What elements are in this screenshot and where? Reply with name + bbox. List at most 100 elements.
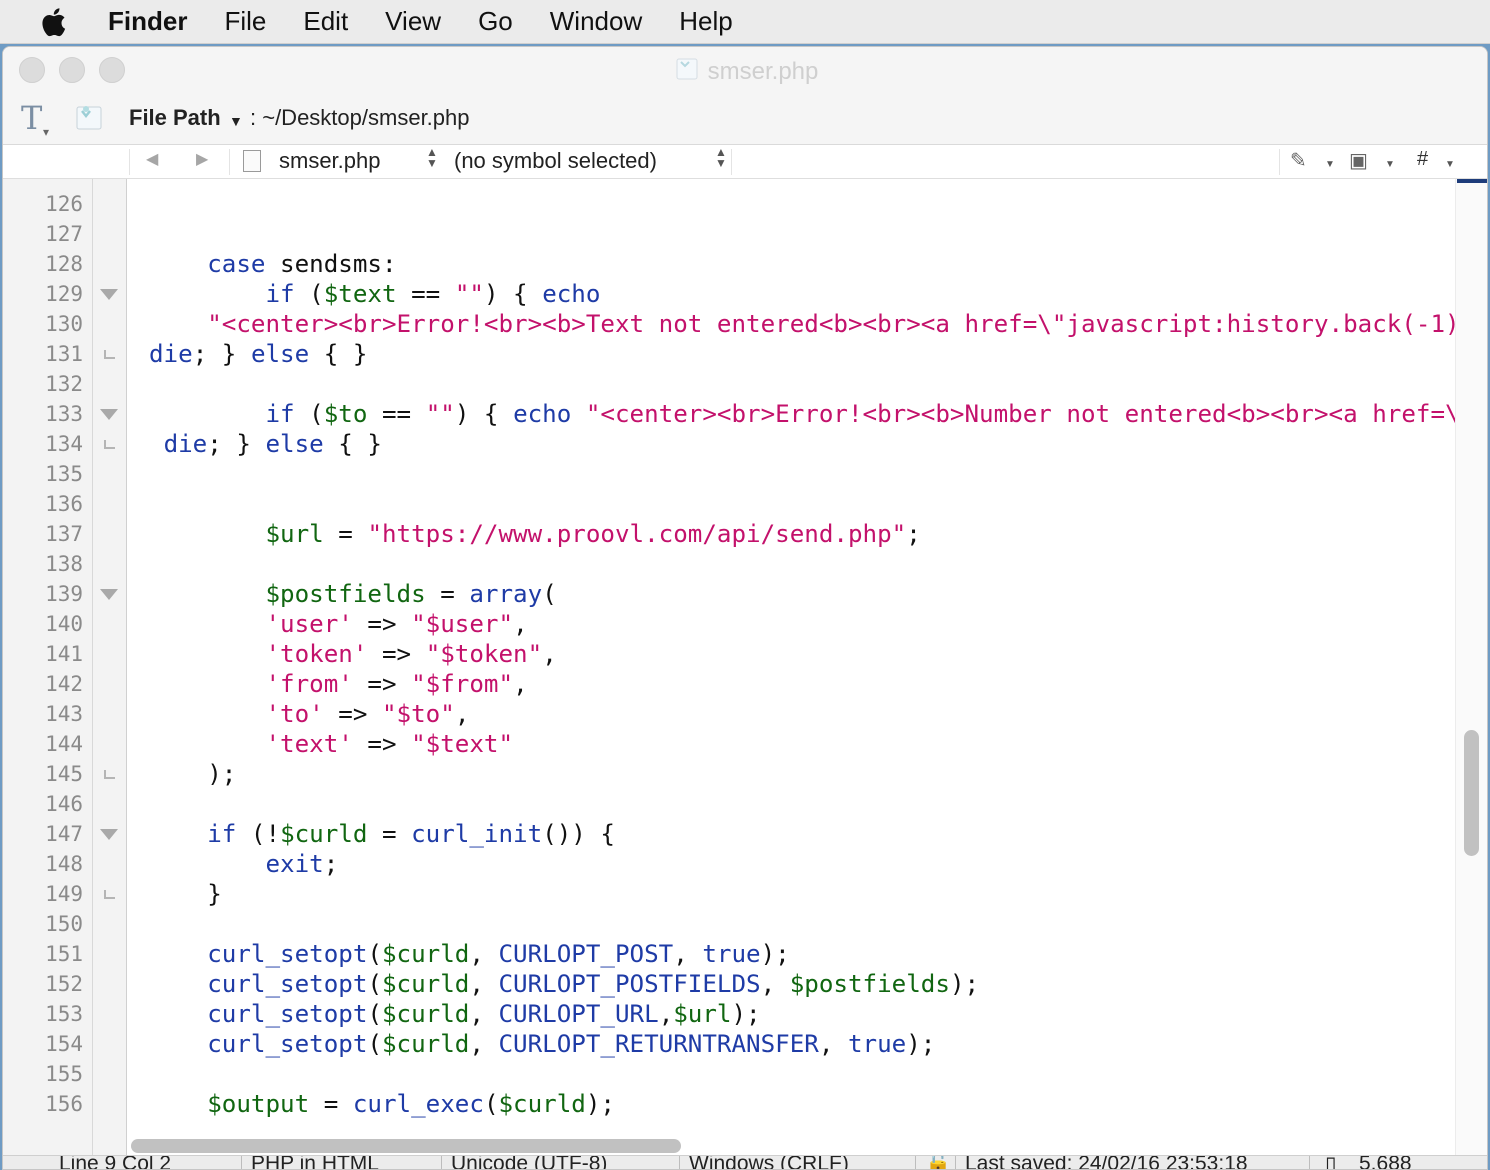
file-size: 5,688 xyxy=(1359,1155,1412,1170)
line-number: 130 xyxy=(45,312,83,336)
code-line[interactable]: curl_setopt($curld, CURLOPT_POSTFIELDS, … xyxy=(149,969,979,999)
chevron-down-icon[interactable]: ▼ xyxy=(1445,159,1455,170)
code-line[interactable]: die; } else { } xyxy=(149,429,382,459)
code-keyword: curl_setopt xyxy=(207,1030,368,1058)
lock-icon[interactable]: 🔓 xyxy=(925,1156,951,1169)
code-text: = xyxy=(367,820,412,848)
code-text: ); xyxy=(906,1030,936,1058)
line-number: 134 xyxy=(45,432,83,456)
code-line[interactable]: curl_setopt($curld, CURLOPT_URL,$url); xyxy=(149,999,761,1029)
fold-triangle-icon[interactable] xyxy=(99,399,119,429)
code-line[interactable]: ); xyxy=(149,759,236,789)
fold-triangle-icon[interactable] xyxy=(99,819,119,849)
file-popup[interactable]: smser.php xyxy=(279,148,381,174)
code-line[interactable]: exit; xyxy=(149,849,339,879)
code-line[interactable]: if (!$curld = curl_init()) { xyxy=(149,819,615,849)
code-string: "<center><br>Error!<br><b>Text not enter… xyxy=(207,310,1459,338)
code-keyword: curl_setopt xyxy=(207,1000,368,1028)
code-line[interactable]: curl_setopt($curld, CURLOPT_POST, true); xyxy=(149,939,790,969)
code-text: { } xyxy=(323,430,382,458)
title-bar[interactable]: smser.php xyxy=(3,47,1487,93)
code-line[interactable]: if ($text == "") { echo xyxy=(149,279,601,309)
chevron-down-icon[interactable]: ▼ xyxy=(1325,159,1335,170)
code-text: ); xyxy=(585,1090,615,1118)
text-options-icon[interactable]: T ▾ xyxy=(21,99,49,139)
code-line[interactable]: } xyxy=(149,879,222,909)
cursor-position[interactable]: Line 9 Col 2 xyxy=(59,1156,171,1169)
horizontal-scrollbar[interactable] xyxy=(129,1137,1459,1155)
code-line[interactable]: "<center><br>Error!<br><b>Text not enter… xyxy=(149,309,1459,339)
fold-end-icon xyxy=(99,339,119,369)
symbol-popup[interactable]: (no symbol selected) xyxy=(454,148,657,174)
code-text: == xyxy=(396,280,455,308)
chevron-down-icon[interactable]: ▼ xyxy=(1385,159,1395,170)
code-text: , xyxy=(469,1030,499,1058)
window-stack-icon[interactable]: ▣ xyxy=(1349,148,1368,173)
code-keyword: true xyxy=(702,940,761,968)
horizontal-scroll-thumb[interactable] xyxy=(131,1139,681,1153)
code-string: "" xyxy=(454,280,484,308)
file-popup-updown-icon[interactable]: ▲ ▼ xyxy=(426,146,438,169)
menu-edit[interactable]: Edit xyxy=(303,6,348,37)
code-keyword: if xyxy=(207,820,237,848)
code-text: = xyxy=(425,580,470,608)
code-line[interactable]: $postfields = array( xyxy=(149,579,557,609)
code-editor[interactable]: 126 127 128 129 130 131 132 133 134 135 136 137 138 1… xyxy=(3,179,1487,1155)
code-line[interactable]: 'token' => "$token", xyxy=(149,639,557,669)
code-keyword: case xyxy=(207,250,266,278)
divider xyxy=(129,149,130,175)
fold-triangle-icon[interactable] xyxy=(99,579,119,609)
file-path-caret-icon[interactable]: ▼ xyxy=(229,113,243,129)
code-text: , xyxy=(673,940,703,968)
menu-go[interactable]: Go xyxy=(478,6,513,37)
code-line[interactable]: if ($to == "") { echo "<center><br>Error… xyxy=(149,399,1460,429)
menu-view[interactable]: View xyxy=(385,6,441,37)
code-string: "$to" xyxy=(382,700,455,728)
code-area[interactable]: case sendsms: if ($text == "") { echo "<… xyxy=(129,179,1459,1155)
code-text: , xyxy=(454,700,470,728)
syntax-mode-popup[interactable]: PHP in HTML xyxy=(251,1156,379,1169)
marker-pen-icon[interactable]: ✎ xyxy=(1290,148,1307,173)
code-text: ( xyxy=(367,940,382,968)
code-text: } xyxy=(149,880,222,908)
code-text: ); xyxy=(731,1000,761,1028)
code-variable: $output xyxy=(207,1090,310,1118)
fold-triangle-icon[interactable] xyxy=(99,279,119,309)
code-line[interactable]: case sendsms: xyxy=(149,249,396,279)
menu-window[interactable]: Window xyxy=(550,6,642,37)
file-path-menu[interactable]: File Path xyxy=(129,105,221,131)
code-line[interactable]: 'from' => "$from", xyxy=(149,669,528,699)
fold-gutter xyxy=(93,179,127,1155)
symbol-popup-updown-icon[interactable]: ▲ ▼ xyxy=(715,146,727,169)
code-line[interactable]: 'to' => "$to", xyxy=(149,699,470,729)
menu-app-finder[interactable]: Finder xyxy=(108,6,187,37)
apple-menu-icon[interactable] xyxy=(36,0,76,44)
code-line[interactable]: curl_setopt($curld, CURLOPT_RETURNTRANSF… xyxy=(149,1029,935,1059)
document-icon[interactable] xyxy=(71,103,105,138)
forward-arrow-icon[interactable]: ▶ xyxy=(196,149,208,169)
line-number: 145 xyxy=(45,762,83,786)
code-line[interactable]: die; } else { } xyxy=(149,339,367,369)
encoding-popup[interactable]: Unicode (UTF-8) xyxy=(451,1156,607,1169)
back-arrow-icon[interactable]: ◀ xyxy=(146,149,158,169)
menu-help[interactable]: Help xyxy=(679,6,732,37)
code-variable: $curld xyxy=(382,1030,470,1058)
divider xyxy=(441,1156,442,1169)
code-line[interactable]: 'user' => "$user", xyxy=(149,609,528,639)
hash-menu-button[interactable]: # xyxy=(1417,148,1428,171)
menu-file[interactable]: File xyxy=(224,6,266,37)
code-keyword: die xyxy=(149,340,193,368)
divider xyxy=(731,149,732,175)
code-line[interactable]: 'text' => "$text" xyxy=(149,729,514,759)
line-endings-popup[interactable]: Windows (CRLF) xyxy=(689,1156,849,1169)
vertical-scrollbar[interactable] xyxy=(1455,179,1487,1155)
vertical-scroll-thumb[interactable] xyxy=(1464,730,1479,856)
code-keyword: curl_setopt xyxy=(207,970,368,998)
file-path-value: : ~/Desktop/smser.php xyxy=(250,105,470,130)
code-line[interactable]: $url = "https://www.proovl.com/api/send.… xyxy=(149,519,921,549)
code-line[interactable]: $output = curl_exec($curld); xyxy=(149,1089,615,1119)
